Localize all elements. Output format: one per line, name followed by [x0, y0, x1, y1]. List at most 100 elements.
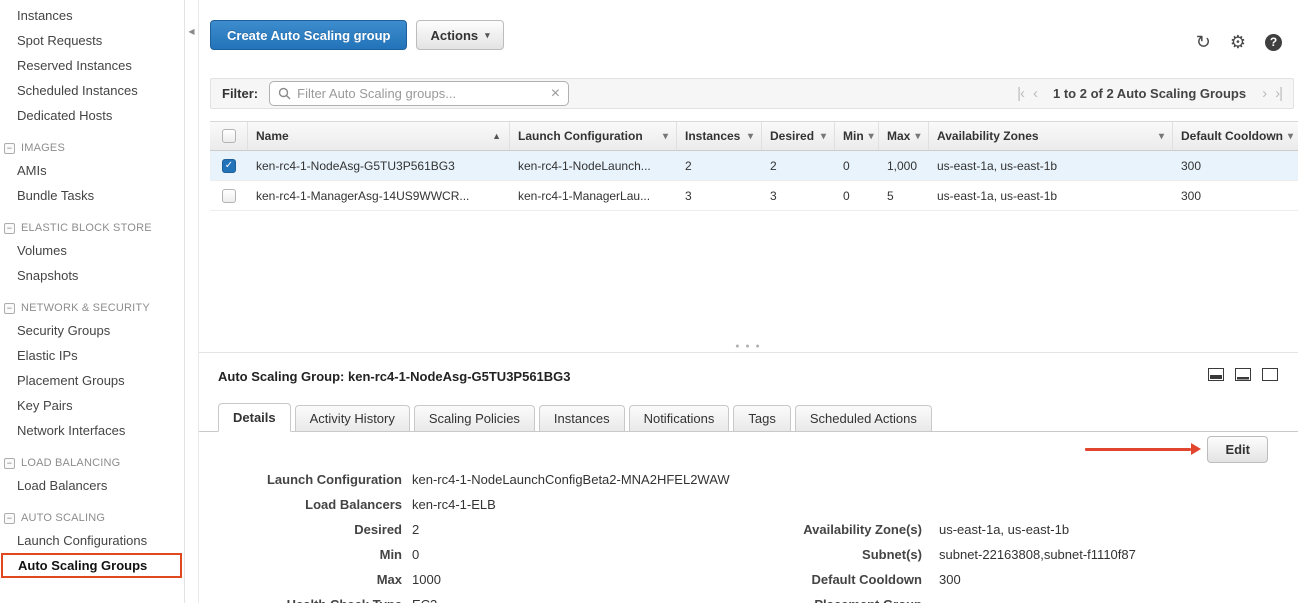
edit-pointer-arrow [1085, 448, 1191, 451]
field-value: 1000 [412, 572, 441, 587]
splitter-handle-icon[interactable]: ● ● ● [735, 343, 762, 350]
column-menu-icon[interactable]: ▾ [1159, 131, 1164, 142]
column-label: Availability Zones [937, 129, 1039, 143]
column-menu-icon[interactable]: ▾ [748, 131, 753, 142]
sidebar-item-elastic-ips[interactable]: Elastic IPs [0, 343, 184, 368]
sidebar-section-elastic-block-store: −ELASTIC BLOCK STORE [0, 217, 184, 238]
pane-split-bottom-icon[interactable] [1235, 368, 1251, 381]
field-label: Placement Group [622, 597, 922, 603]
sort-asc-icon[interactable]: ▲ [492, 131, 501, 141]
sidebar-item-amis[interactable]: AMIs [0, 158, 184, 183]
sidebar-section-auto-scaling: −AUTO SCALING [0, 507, 184, 528]
tab-details[interactable]: Details [218, 403, 291, 432]
collapse-section-icon[interactable]: − [4, 223, 15, 234]
last-page-icon[interactable]: ›| [1275, 85, 1282, 102]
collapse-section-icon[interactable]: − [4, 513, 15, 524]
field-label: Subnet(s) [622, 547, 922, 562]
clear-filter-icon[interactable]: × [551, 86, 560, 102]
sidebar-item-reserved-instances[interactable]: Reserved Instances [0, 53, 184, 78]
tab-scaling-policies[interactable]: Scaling Policies [414, 405, 535, 431]
row-checkbox[interactable] [222, 189, 236, 203]
help-icon[interactable]: ? [1265, 34, 1282, 51]
column-menu-icon[interactable]: ▾ [1288, 131, 1293, 142]
cell-launch-configuration: ken-rc4-1-ManagerLau... [510, 189, 677, 203]
field-value: 2 [412, 522, 419, 537]
column-menu-icon[interactable]: ▾ [915, 131, 920, 142]
first-page-icon[interactable]: |‹ [1017, 85, 1024, 102]
table-row[interactable]: ken-rc4-1-ManagerAsg-14US9WWCR...ken-rc4… [210, 181, 1298, 211]
sidebar-item-bundle-tasks[interactable]: Bundle Tasks [0, 183, 184, 208]
header-icons: ↻ ⚙ ? [1196, 33, 1282, 51]
edit-button[interactable]: Edit [1207, 436, 1268, 463]
sidebar-item-auto-scaling-groups[interactable]: Auto Scaling Groups [1, 553, 182, 578]
collapse-section-icon[interactable]: − [4, 458, 15, 469]
cell-instances: 3 [677, 189, 762, 203]
search-box: × [269, 81, 569, 106]
next-page-icon[interactable]: › [1262, 85, 1266, 102]
sidebar-item-instances[interactable]: Instances [0, 3, 184, 28]
sidebar-item-network-interfaces[interactable]: Network Interfaces [0, 418, 184, 443]
settings-gear-icon[interactable]: ⚙ [1230, 33, 1246, 51]
field-value: 0 [412, 547, 419, 562]
select-all-checkbox[interactable] [222, 129, 236, 143]
collapse-section-icon[interactable]: − [4, 303, 15, 314]
panel-splitter[interactable]: ● ● ● [199, 341, 1298, 352]
column-menu-icon[interactable]: ▾ [663, 131, 668, 142]
field-label: Health Check Type [199, 597, 402, 603]
pane-split-half-icon[interactable] [1208, 368, 1224, 381]
filter-bar: Filter: × |‹ ‹ 1 to 2 of 2 Auto Scaling … [210, 78, 1294, 109]
cell-max: 5 [879, 189, 929, 203]
tab-notifications[interactable]: Notifications [629, 405, 730, 431]
section-label: IMAGES [21, 142, 65, 154]
sidebar-item-volumes[interactable]: Volumes [0, 238, 184, 263]
sidebar-item-snapshots[interactable]: Snapshots [0, 263, 184, 288]
column-header-availability-zones[interactable]: Availability Zones ▾ [929, 122, 1173, 150]
column-header-max[interactable]: Max▾ [879, 122, 929, 150]
pane-full-icon[interactable] [1262, 368, 1278, 381]
sidebar-item-placement-groups[interactable]: Placement Groups [0, 368, 184, 393]
column-header-desired[interactable]: Desired ▾ [762, 122, 835, 150]
column-header-instances[interactable]: Instances▾ [677, 122, 762, 150]
filter-input[interactable] [297, 86, 545, 101]
tab-scheduled-actions[interactable]: Scheduled Actions [795, 405, 932, 431]
sidebar-collapse-button[interactable]: ◀ [185, 27, 198, 36]
section-label: ELASTIC BLOCK STORE [21, 222, 152, 234]
sidebar-nav: InstancesSpot RequestsReserved Instances… [0, 0, 184, 603]
sidebar-item-security-groups[interactable]: Security Groups [0, 318, 184, 343]
row-checkbox[interactable]: ✓ [222, 159, 236, 173]
asg-table: Name▲Launch Configuration▾Instances▾Desi… [210, 121, 1298, 211]
pagination: |‹ ‹ 1 to 2 of 2 Auto Scaling Groups › ›… [1017, 85, 1282, 102]
field-value: EC2 [412, 597, 437, 603]
cell-default-cooldown: 300 [1173, 189, 1298, 203]
select-all-checkbox-cell[interactable] [210, 122, 248, 150]
column-header-name[interactable]: Name▲ [248, 122, 510, 150]
actions-button[interactable]: Actions ▾ [416, 20, 503, 50]
tab-tags[interactable]: Tags [733, 405, 790, 431]
sidebar-item-key-pairs[interactable]: Key Pairs [0, 393, 184, 418]
pagination-text: 1 to 2 of 2 Auto Scaling Groups [1053, 86, 1246, 101]
detail-fields-right: Availability Zone(s)us-east-1a, us-east-… [622, 517, 1136, 603]
column-header-launch-configuration[interactable]: Launch Configuration▾ [510, 122, 677, 150]
toolbar: Create Auto Scaling group Actions ▾ [210, 20, 504, 50]
refresh-icon[interactable]: ↻ [1196, 33, 1211, 51]
column-header-min[interactable]: Min ▾ [835, 122, 879, 150]
column-label: Desired [770, 129, 814, 143]
collapse-section-icon[interactable]: − [4, 143, 15, 154]
sidebar-item-scheduled-instances[interactable]: Scheduled Instances [0, 78, 184, 103]
sidebar-item-spot-requests[interactable]: Spot Requests [0, 28, 184, 53]
sidebar-item-load-balancers[interactable]: Load Balancers [0, 473, 184, 498]
column-menu-icon[interactable]: ▾ [869, 131, 874, 142]
column-header-default-cooldown[interactable]: Default Cooldown▾ [1173, 122, 1298, 150]
cell-availability-zones: us-east-1a, us-east-1b [929, 189, 1173, 203]
column-label: Min [843, 129, 864, 143]
prev-page-icon[interactable]: ‹ [1033, 85, 1037, 102]
tab-instances[interactable]: Instances [539, 405, 625, 431]
sidebar-item-launch-configurations[interactable]: Launch Configurations [0, 528, 184, 553]
field-value: ken-rc4-1-ELB [412, 497, 496, 512]
create-auto-scaling-group-button[interactable]: Create Auto Scaling group [210, 20, 407, 50]
sidebar-item-dedicated-hosts[interactable]: Dedicated Hosts [0, 103, 184, 128]
tab-activity-history[interactable]: Activity History [295, 405, 410, 431]
field-label: Max [199, 572, 402, 587]
column-menu-icon[interactable]: ▾ [821, 131, 826, 142]
table-row[interactable]: ✓ken-rc4-1-NodeAsg-G5TU3P561BG3ken-rc4-1… [210, 151, 1298, 181]
